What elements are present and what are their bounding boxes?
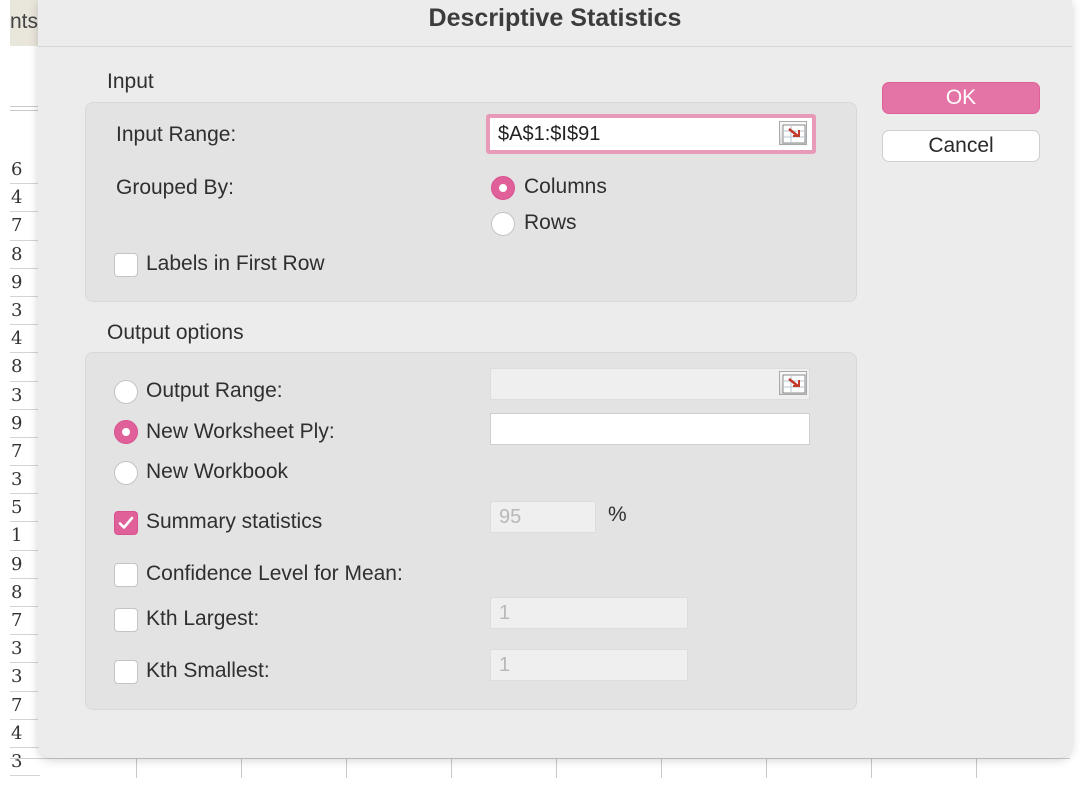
grouped-by-label: Grouped By: xyxy=(116,176,234,199)
row-number: 4 xyxy=(10,325,40,354)
labels-first-row-checkbox[interactable] xyxy=(114,253,138,277)
row-number: 3 xyxy=(10,297,40,326)
kth-smallest-label[interactable]: Kth Smallest: xyxy=(146,659,270,683)
percent-sign: % xyxy=(608,503,627,526)
row-number: 4 xyxy=(10,184,40,213)
input-group-box: Input Range: Grouped By: Columns Rows La… xyxy=(85,102,857,302)
columns-label[interactable]: Columns xyxy=(524,175,607,199)
column-divider xyxy=(556,758,557,778)
summary-statistics-label[interactable]: Summary statistics xyxy=(146,510,322,534)
column-divider xyxy=(976,758,977,778)
column-divider xyxy=(136,758,137,778)
labels-first-row-label[interactable]: Labels in First Row xyxy=(146,252,325,276)
confidence-level-field[interactable] xyxy=(490,501,596,533)
dialog-title: Descriptive Statistics xyxy=(428,4,682,32)
confidence-level-label[interactable]: Confidence Level for Mean: xyxy=(146,562,403,586)
row-number: 1 xyxy=(10,522,40,551)
kth-largest-checkbox[interactable] xyxy=(114,608,138,632)
confidence-level-checkbox[interactable] xyxy=(114,563,138,587)
column-divider xyxy=(661,758,662,778)
output-range-label[interactable]: Output Range: xyxy=(146,379,283,403)
input-section-heading: Input xyxy=(107,70,154,93)
output-range-field[interactable] xyxy=(490,368,810,400)
new-worksheet-field[interactable] xyxy=(490,413,810,445)
column-divider xyxy=(871,758,872,778)
row-number-column: 6478934839735198733743 xyxy=(10,156,40,777)
row-number: 6 xyxy=(10,156,40,185)
kth-largest-label[interactable]: Kth Largest: xyxy=(146,607,259,631)
row-number: 9 xyxy=(10,269,40,297)
sheet-grid-bottom xyxy=(10,758,1070,777)
row-number: 3 xyxy=(10,466,40,495)
column-divider xyxy=(451,758,452,778)
descriptive-statistics-dialog: Descriptive Statistics OK Cancel Input I… xyxy=(38,0,1072,758)
cancel-button[interactable]: Cancel xyxy=(882,130,1040,162)
summary-statistics-checkbox[interactable] xyxy=(114,511,138,535)
column-divider xyxy=(241,758,242,778)
row-number: 3 xyxy=(10,663,40,692)
column-divider xyxy=(766,758,767,778)
output-group-box: Output Range: New Worksheet Ply: New Wor… xyxy=(85,352,857,710)
new-workbook-label[interactable]: New Workbook xyxy=(146,460,288,484)
kth-smallest-checkbox[interactable] xyxy=(114,660,138,684)
dialog-titlebar: Descriptive Statistics xyxy=(38,0,1072,47)
row-number: 7 xyxy=(10,438,40,467)
rows-radio[interactable] xyxy=(491,212,515,236)
kth-largest-field[interactable] xyxy=(490,597,688,629)
new-worksheet-radio[interactable] xyxy=(114,420,138,444)
row-number: 8 xyxy=(10,353,40,382)
row-number: 4 xyxy=(10,720,40,748)
row-number: 8 xyxy=(10,579,40,607)
row-number: 8 xyxy=(10,241,40,269)
background-tab-label: nts xyxy=(10,10,39,33)
row-number: 3 xyxy=(10,382,40,410)
row-number: 7 xyxy=(10,607,40,636)
row-number: 3 xyxy=(10,635,40,664)
rows-label[interactable]: Rows xyxy=(524,211,577,235)
row-number: 9 xyxy=(10,551,40,579)
range-selector-icon[interactable] xyxy=(779,371,807,395)
row-number: 7 xyxy=(10,212,40,241)
new-worksheet-label[interactable]: New Worksheet Ply: xyxy=(146,420,335,444)
divider xyxy=(10,106,40,107)
range-selector-icon[interactable] xyxy=(779,121,807,145)
row-number: 9 xyxy=(10,410,40,438)
columns-radio[interactable] xyxy=(491,176,515,200)
checkmark-icon xyxy=(118,516,134,529)
input-range-label: Input Range: xyxy=(116,123,237,146)
input-range-field[interactable] xyxy=(486,114,816,154)
kth-smallest-field[interactable] xyxy=(490,649,688,681)
column-divider xyxy=(346,758,347,778)
new-workbook-radio[interactable] xyxy=(114,461,138,485)
output-range-radio[interactable] xyxy=(114,380,138,404)
output-section-heading: Output options xyxy=(107,321,244,344)
row-number: 7 xyxy=(10,692,40,720)
ok-button[interactable]: OK xyxy=(882,82,1040,114)
divider xyxy=(10,110,40,111)
row-number: 5 xyxy=(10,494,40,523)
